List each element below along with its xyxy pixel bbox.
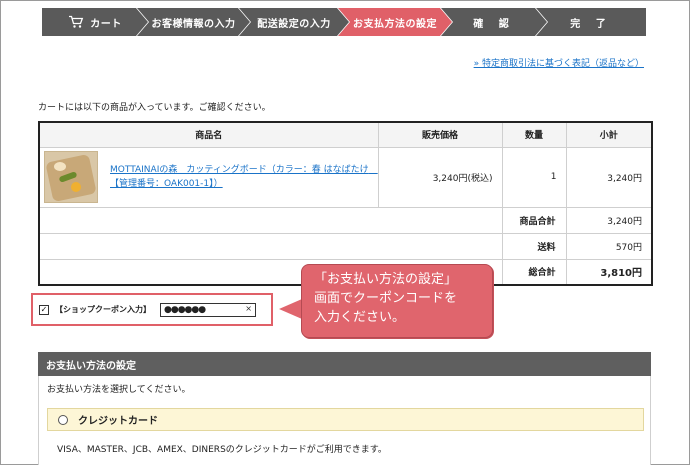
- table-row: MOTTAINAIの森 カッティングボード（カラー：春 はなばたけ 【管理番号：…: [38, 146, 653, 208]
- shipping-label: 送料: [501, 232, 567, 260]
- callout-tail: [279, 299, 302, 319]
- credit-card-radio[interactable]: [58, 414, 68, 425]
- cart-header-row: 商品名 販売価格 数量 小計: [38, 121, 653, 148]
- step-payment[interactable]: お支払方法の設定: [338, 8, 452, 36]
- grand-total-value: 3,810円: [565, 258, 653, 286]
- step-complete[interactable]: 完 了: [536, 8, 646, 36]
- header-subtotal: 小計: [565, 121, 653, 148]
- header-quantity: 数量: [501, 121, 567, 148]
- items-total-label: 商品合計: [501, 206, 567, 234]
- step-label: お支払方法の設定: [353, 18, 437, 30]
- cart-table: 商品名 販売価格 数量 小計 MOTTAINAIの森 カッティングボード（カラー…: [38, 121, 653, 286]
- step-shipping[interactable]: 配送設定の入力: [239, 8, 349, 36]
- payment-option-credit-card[interactable]: クレジットカード: [47, 408, 644, 431]
- callout-line: 入力ください。: [314, 310, 406, 325]
- header-product-name: 商品名: [38, 121, 379, 148]
- step-confirm[interactable]: 確 認: [441, 8, 547, 36]
- credit-card-note: VISA、MASTER、JCB、AMEX、DINERSのクレジットカードがご利用…: [57, 445, 387, 455]
- callout-line: 「お支払い方法の設定」: [314, 272, 458, 287]
- item-subtotal: 3,240円: [565, 146, 653, 208]
- commercial-law-link[interactable]: » 特定商取引法に基づく表記（返品など）: [474, 56, 644, 69]
- step-cart[interactable]: カート: [42, 8, 148, 36]
- item-quantity: 1: [501, 146, 567, 208]
- shipping-value: 570円: [565, 232, 653, 260]
- coupon-label: 【ショップクーポン入力】: [55, 305, 151, 314]
- shop-coupon-box: ✓ 【ショップクーポン入力】 ●●●●●● ×: [31, 293, 273, 326]
- items-total-value: 3,240円: [565, 206, 653, 234]
- summary-row-items: 商品合計 3,240円: [38, 206, 653, 234]
- coupon-callout: 「お支払い方法の設定」 画面でクーポンコードを 入力ください。: [301, 264, 493, 338]
- checkout-steps: カート お客様情報の入力 配送設定の入力 お支払方法の設定 確 認 完 了: [42, 8, 646, 36]
- product-link[interactable]: MOTTAINAIの森 カッティングボード（カラー：春 はなばたけ 【管理番号：…: [110, 163, 378, 191]
- callout-line: 画面でクーポンコードを: [314, 291, 458, 306]
- header-price: 販売価格: [377, 121, 503, 148]
- cart-icon: [68, 15, 84, 29]
- grand-total-label: 総合計: [501, 258, 567, 286]
- product-thumbnail[interactable]: [44, 151, 98, 203]
- clear-icon[interactable]: ×: [245, 304, 252, 313]
- item-price: 3,240円(税込): [377, 146, 503, 208]
- step-label: 配送設定の入力: [257, 18, 331, 30]
- step-label: 完 了: [570, 18, 612, 30]
- summary-row-shipping: 送料 570円: [38, 232, 653, 260]
- step-customer-info[interactable]: お客様情報の入力: [137, 8, 250, 36]
- step-label: お客様情報の入力: [151, 18, 236, 30]
- coupon-checkbox[interactable]: ✓: [39, 304, 49, 315]
- coupon-code-value: ●●●●●●: [164, 304, 206, 315]
- cart-intro-text: カートには以下の商品が入っています。ご確認ください。: [38, 103, 271, 113]
- payment-section-body: お支払い方法を選択してください。 クレジットカード VISA、MASTER、JC…: [38, 376, 651, 465]
- step-label: カート: [90, 18, 122, 30]
- payment-section-header: お支払い方法の設定: [38, 352, 651, 376]
- payment-instruction: お支払い方法を選択してください。: [47, 385, 191, 395]
- credit-card-label: クレジットカード: [78, 416, 158, 427]
- step-label: 確 認: [473, 18, 515, 30]
- product-cell: MOTTAINAIの森 カッティングボード（カラー：春 はなばたけ 【管理番号：…: [38, 146, 379, 208]
- coupon-code-input[interactable]: ●●●●●● ×: [160, 302, 256, 317]
